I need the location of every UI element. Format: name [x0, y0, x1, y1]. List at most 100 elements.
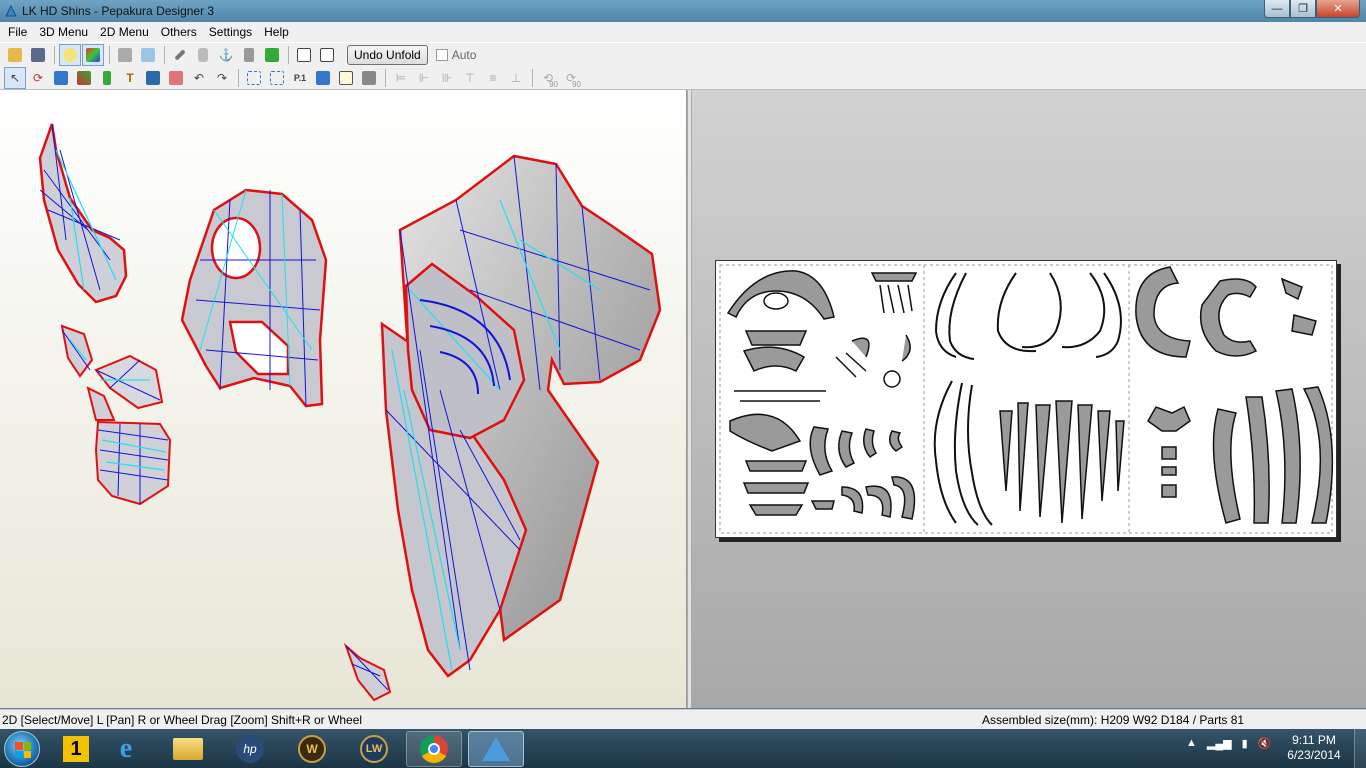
align-right-button[interactable]: ⊪ — [436, 67, 458, 89]
menu-3d[interactable]: 3D Menu — [33, 22, 94, 42]
menu-others[interactable]: Others — [155, 22, 203, 42]
cylinder-icon — [198, 47, 208, 62]
internet-explorer-icon: e — [119, 733, 133, 764]
undo-unfold-button[interactable]: Undo Unfold — [347, 44, 428, 65]
align-middle-button[interactable]: ≡ — [482, 67, 504, 89]
taskbar-chrome[interactable] — [406, 731, 462, 767]
toolbar-separator — [532, 68, 533, 87]
page-number-button[interactable]: P.1 — [289, 67, 311, 89]
calendar-button[interactable] — [335, 67, 357, 89]
page2-strips — [999, 400, 1125, 524]
redo-icon: ↷ — [216, 70, 228, 85]
cylinder-button[interactable] — [192, 44, 214, 66]
lightning-button[interactable] — [261, 44, 283, 66]
menu-2d[interactable]: 2D Menu — [94, 22, 155, 42]
close-button[interactable]: ✕ — [1316, 0, 1360, 18]
undo-button[interactable]: ↶ — [188, 67, 210, 89]
menu-settings[interactable]: Settings — [203, 22, 258, 42]
3d-box-button[interactable] — [114, 44, 136, 66]
auto-checkbox[interactable] — [435, 48, 448, 61]
join-edge-button[interactable] — [50, 67, 72, 89]
redo-button[interactable]: ↷ — [211, 67, 233, 89]
texture-part-icon — [103, 70, 111, 85]
window-controls: — ❐ ✕ — [1264, 0, 1360, 18]
minimize-button[interactable]: — — [1264, 0, 1290, 18]
shape-button[interactable] — [165, 67, 187, 89]
light-bulb-icon — [63, 47, 77, 62]
menu-bar: File 3D Menu 2D Menu Others Settings Hel… — [0, 22, 1366, 42]
world-of-warcraft-icon: W — [298, 735, 326, 763]
menu-help[interactable]: Help — [258, 22, 295, 42]
rotate-right-90-button[interactable]: ⟳ 90 — [560, 67, 582, 89]
image-icon — [146, 70, 160, 85]
status-mode-text: 2D [Select/Move] L [Pan] R or Wheel Drag… — [2, 713, 363, 727]
2d-view-pane[interactable] — [692, 90, 1366, 708]
edit-button[interactable] — [169, 44, 191, 66]
flap-edit-icon — [77, 70, 91, 85]
split-pane-button[interactable] — [316, 44, 338, 66]
arrange-button[interactable] — [266, 67, 288, 89]
maximize-button[interactable]: ❐ — [1290, 0, 1316, 18]
rotate-left-90-label: 90 — [549, 79, 558, 89]
taskbar-file-explorer[interactable] — [160, 731, 216, 767]
print-page — [715, 260, 1337, 538]
align-left-icon: ⊨ — [395, 70, 407, 85]
undo-icon: ↶ — [193, 70, 205, 85]
chrome-icon — [420, 735, 448, 763]
start-button[interactable] — [4, 731, 40, 767]
print-button[interactable] — [358, 67, 380, 89]
toolbar-separator — [238, 68, 239, 87]
taskbar-world-of-warcraft[interactable]: W — [284, 731, 340, 767]
text-icon: T — [126, 70, 134, 85]
volume-muted-icon[interactable]: 🔇 — [1258, 737, 1272, 750]
edit-pencil-icon — [174, 48, 186, 61]
file-explorer-icon — [173, 738, 203, 760]
align-bottom-button[interactable]: ⊥ — [505, 67, 527, 89]
show-hidden-icons-icon[interactable]: ▲ — [1186, 737, 1197, 750]
toolbar-separator — [109, 45, 110, 64]
text-button[interactable]: T — [119, 67, 141, 89]
align-center-button[interactable]: ⊩ — [413, 67, 435, 89]
3d-view-pane[interactable] — [0, 90, 687, 708]
battery-icon[interactable]: ▮ — [1242, 737, 1248, 750]
image-button[interactable] — [142, 67, 164, 89]
taskbar-internet-explorer[interactable]: e — [98, 731, 154, 767]
split-pane-icon — [320, 47, 334, 62]
select-move-button[interactable]: ↖ — [4, 66, 26, 89]
network-signal-icon[interactable]: ▂▄▆ — [1207, 737, 1232, 750]
maximize-icon: ❐ — [1298, 3, 1308, 15]
taskbar-clock[interactable]: 9:11 PM 6/23/2014 — [1284, 733, 1344, 763]
open-button[interactable] — [4, 44, 26, 66]
arrange-icon — [270, 70, 284, 85]
flap-edit-button[interactable] — [73, 67, 95, 89]
flap-button[interactable] — [238, 44, 260, 66]
taskbar-pepakura[interactable] — [468, 731, 524, 767]
single-pane-button[interactable] — [293, 44, 315, 66]
save-button[interactable] — [27, 44, 49, 66]
status-bar: 2D [Select/Move] L [Pan] R or Wheel Drag… — [0, 709, 1366, 729]
print-layout-icon — [316, 70, 330, 85]
anchor-button[interactable]: ⚓ — [215, 44, 237, 66]
model-part-small-left — [60, 324, 172, 506]
texture-button[interactable] — [82, 43, 104, 66]
hp-icon: hp — [236, 735, 264, 763]
print-layout-button[interactable] — [312, 67, 334, 89]
rotate-part-button[interactable]: ⟳ — [27, 67, 49, 89]
texture-part-button[interactable] — [96, 67, 118, 89]
status-size-text: Assembled size(mm): H209 W92 D184 / Part… — [982, 713, 1245, 727]
taskbar-app-1[interactable]: 1 — [48, 731, 104, 767]
page-settings-button[interactable] — [243, 67, 265, 89]
show-desktop-button[interactable] — [1354, 729, 1366, 768]
align-top-button[interactable]: ⊤ — [459, 67, 481, 89]
page2-parts — [933, 272, 1122, 526]
save-icon — [31, 47, 45, 62]
taskbar-hp[interactable]: hp — [222, 731, 278, 767]
rotate-left-90-button[interactable]: ⟲ 90 — [537, 67, 559, 89]
page-number-icon: P.1 — [293, 72, 307, 83]
taskbar-lw[interactable]: LW — [346, 731, 402, 767]
align-left-button[interactable]: ⊨ — [390, 67, 412, 89]
menu-file[interactable]: File — [2, 22, 33, 42]
2d-box-button[interactable] — [137, 44, 159, 66]
light-button[interactable] — [59, 43, 81, 66]
auto-label: Auto — [451, 47, 477, 62]
